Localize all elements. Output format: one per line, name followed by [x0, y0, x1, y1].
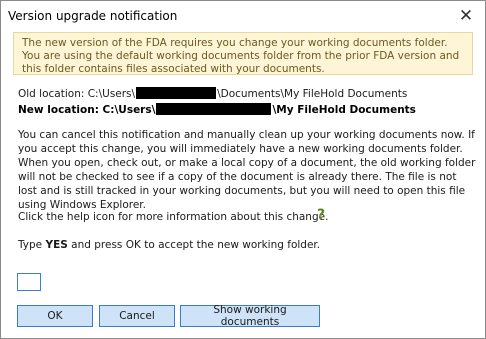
cancel-button[interactable]: Cancel [99, 305, 175, 327]
new-location-label: New location: C:\Users\ [18, 104, 156, 116]
explanation-text: You can cancel this notification and man… [18, 129, 476, 211]
type-prefix: Type [18, 239, 46, 251]
old-location: Old location: C:\Users\ \Documents\My Fil… [18, 87, 407, 100]
new-location-suffix: \My FileHold Documents [272, 104, 416, 116]
version-upgrade-dialog: Version upgrade notification ✕ The new v… [0, 0, 486, 339]
type-instruction: Type YES and press OK to accept the new … [18, 238, 476, 252]
redacted-username [156, 103, 272, 115]
confirm-yes-input[interactable] [17, 273, 41, 291]
old-location-suffix: \Documents\My FileHold Documents [217, 88, 408, 100]
type-suffix: and press OK to accept the new working f… [67, 239, 321, 251]
title-bar: Version upgrade notification ✕ [1, 1, 485, 31]
show-working-documents-button[interactable]: Show working documents [180, 304, 320, 328]
old-location-label: Old location: C:\Users\ [18, 88, 136, 100]
redacted-username [136, 87, 217, 99]
help-icon[interactable]: ? [317, 207, 329, 223]
ok-button[interactable]: OK [17, 305, 93, 327]
notice-banner: The new version of the FDA requires you … [13, 32, 473, 75]
new-location: New location: C:\Users\ \My FileHold Docu… [18, 103, 416, 116]
window-title: Version upgrade notification [8, 9, 178, 23]
close-icon[interactable]: ✕ [447, 1, 485, 31]
help-text: Click the help icon for more information… [18, 211, 329, 223]
type-keyword: YES [45, 239, 68, 251]
